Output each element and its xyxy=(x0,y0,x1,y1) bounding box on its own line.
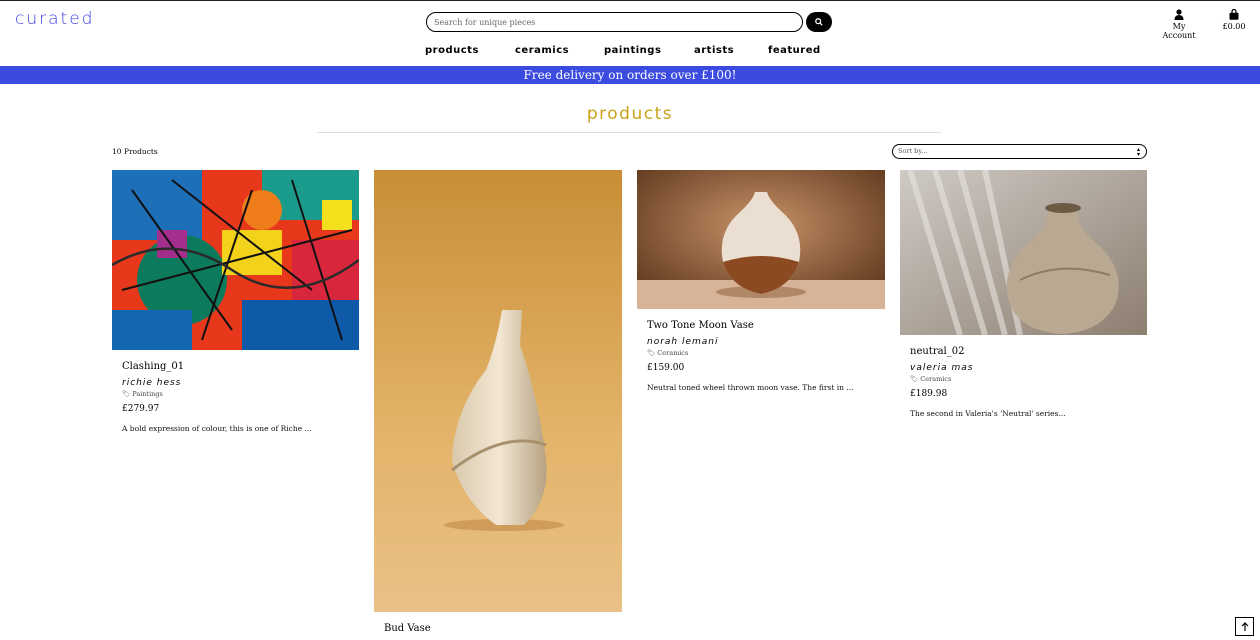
product-artist[interactable]: Richie Hess xyxy=(122,378,349,388)
product-price: £279.97 xyxy=(122,404,160,414)
tag-icon: 🏷 xyxy=(910,375,919,383)
shopping-bag-icon xyxy=(1229,9,1239,20)
search-icon xyxy=(815,18,823,26)
site-header: curated My Account £0.00 products cerami… xyxy=(0,1,1260,65)
product-category-label: Ceramics xyxy=(920,375,952,383)
tag-icon: 🏷 xyxy=(647,349,656,357)
product-card[interactable]: neutral_02 Valeria Mas 🏷 Ceramics £189.98… xyxy=(900,170,1147,418)
sort-select[interactable]: Sort by... ▴ ▾ xyxy=(892,144,1147,159)
product-artist[interactable]: Valeria Mas xyxy=(910,363,1137,373)
product-image[interactable] xyxy=(112,170,359,350)
product-category-label: Paintings xyxy=(132,390,163,398)
product-name[interactable]: Two Tone Moon Vase xyxy=(647,320,875,331)
user-icon xyxy=(1174,9,1184,20)
product-name[interactable]: neutral_02 xyxy=(910,346,1137,357)
delivery-banner: Free delivery on orders over £100! xyxy=(0,66,1260,84)
sort-arrows-icon: ▴ ▾ xyxy=(1136,146,1140,158)
product-category[interactable]: 🏷 Ceramics xyxy=(910,375,1137,383)
my-account-link[interactable]: My Account xyxy=(1156,9,1202,40)
tag-icon: 🏷 xyxy=(122,390,131,398)
product-image[interactable] xyxy=(900,170,1147,335)
nav-artists[interactable]: artists xyxy=(694,45,734,56)
product-description: Neutral toned wheel thrown moon vase. Th… xyxy=(647,383,854,392)
product-price: £189.98 xyxy=(910,389,948,399)
search-bar xyxy=(426,12,832,32)
main-nav: products ceramics paintings artists feat… xyxy=(0,45,1260,59)
sort-placeholder: Sort by... xyxy=(898,147,928,155)
product-price: £159.00 xyxy=(647,363,685,373)
product-category[interactable]: 🏷 Ceramics xyxy=(647,349,875,357)
nav-paintings[interactable]: paintings xyxy=(604,45,661,56)
product-count: 10 Products xyxy=(112,147,158,156)
product-image[interactable] xyxy=(374,170,622,612)
my-account-label: My Account xyxy=(1162,22,1196,40)
page-title: products xyxy=(586,104,674,124)
product-category[interactable]: 🏷 Paintings xyxy=(122,390,349,398)
basket-total: £0.00 xyxy=(1222,22,1246,31)
product-name[interactable]: Clashing_01 xyxy=(122,361,349,372)
product-card[interactable]: Clashing_01 Richie Hess 🏷 Paintings £279.… xyxy=(112,170,359,433)
nav-products[interactable]: products xyxy=(425,45,479,56)
nav-featured[interactable]: featured xyxy=(768,45,821,56)
search-input[interactable] xyxy=(426,12,803,32)
search-button[interactable] xyxy=(806,12,832,32)
product-description: A bold expression of colour, this is one… xyxy=(122,424,312,433)
arrow-up-icon xyxy=(1241,621,1248,631)
product-category-label: Ceramics xyxy=(657,349,689,357)
title-divider xyxy=(317,132,941,133)
site-logo[interactable]: curated xyxy=(15,9,94,29)
basket-link[interactable]: £0.00 xyxy=(1218,9,1250,31)
product-description: The second in Valeria's 'Neutral' series… xyxy=(910,409,1066,418)
product-name[interactable]: Bud Vase xyxy=(384,623,612,634)
nav-ceramics[interactable]: ceramics xyxy=(515,45,569,56)
product-image[interactable] xyxy=(637,170,885,309)
product-card[interactable]: Bud Vase xyxy=(374,170,622,634)
scroll-to-top-button[interactable] xyxy=(1235,617,1254,636)
product-card[interactable]: Two Tone Moon Vase Norah Lemani 🏷 Ceramic… xyxy=(637,170,885,392)
product-artist[interactable]: Norah Lemani xyxy=(647,337,875,347)
